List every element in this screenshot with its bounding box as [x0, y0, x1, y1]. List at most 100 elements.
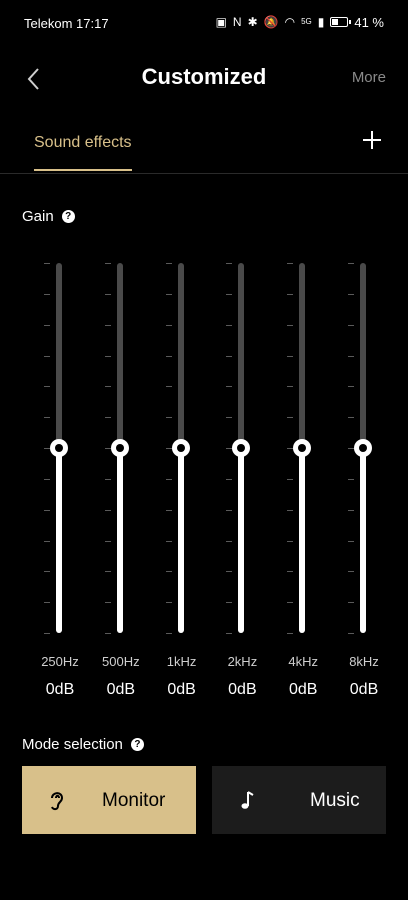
eq-tick	[348, 478, 354, 480]
eq-tick	[348, 540, 354, 542]
eq-tick	[104, 324, 111, 326]
eq-gain-value: 0dB	[106, 681, 136, 698]
help-icon[interactable]: ?	[61, 210, 75, 223]
gain-label: Gain	[22, 208, 54, 225]
eq-tick	[226, 633, 233, 634]
eq-track-fill	[56, 448, 62, 633]
eq-tick	[348, 633, 354, 634]
mute-icon: 🔕	[263, 15, 279, 29]
eq-gain-value: 0dB	[167, 681, 196, 698]
mode-selection-label: Mode selection	[22, 736, 123, 753]
gain-section-label: Gain ?	[22, 208, 75, 225]
eq-tick	[226, 355, 233, 357]
eq-tick	[44, 386, 50, 388]
eq-tick	[226, 478, 233, 480]
eq-tick	[44, 571, 50, 573]
eq-tick	[104, 417, 111, 419]
signal-bars-icon: ▮	[317, 15, 325, 29]
eq-tick	[226, 417, 233, 419]
add-button[interactable]	[362, 130, 382, 150]
eq-tick	[104, 509, 111, 511]
eq-tick	[348, 386, 354, 388]
eq-tick	[44, 478, 50, 480]
eq-tick	[165, 293, 172, 295]
eq-tick	[226, 540, 233, 542]
eq-tick	[226, 602, 233, 604]
eq-frequency-label: 4kHz	[288, 654, 318, 669]
eq-gain-value: 0dB	[349, 681, 379, 698]
eq-slider-knob[interactable]	[171, 439, 190, 457]
eq-slider-knob[interactable]	[50, 439, 68, 457]
eq-frequency-label: 1kHz	[166, 654, 197, 669]
tab-bar: Sound effects	[0, 118, 408, 174]
eq-tick	[287, 355, 294, 357]
eq-tick	[44, 540, 50, 542]
mode-section-label: Mode selection ?	[22, 736, 144, 753]
eq-tick	[348, 509, 354, 511]
eq-track-fill	[299, 448, 306, 633]
eq-tick	[104, 602, 111, 604]
bluetooth-icon: ✱	[247, 15, 258, 29]
wifi-icon: ◠	[284, 15, 296, 29]
plus-icon	[363, 131, 381, 149]
tab-sound-effects[interactable]: Sound effects	[34, 134, 132, 152]
eq-tick	[165, 478, 172, 480]
status-bar: Telekom 17:17 ▣ N ✱ 🔕 ◠ 5G ▮ 41 %	[0, 0, 408, 46]
eq-tick	[104, 448, 111, 449]
eq-tick	[287, 417, 294, 419]
eq-slider-knob[interactable]	[110, 439, 129, 457]
eq-tick	[348, 571, 354, 573]
eq-tick	[165, 571, 172, 573]
monitor-mode-button[interactable]: Monitor	[22, 766, 196, 834]
eq-tick	[348, 602, 354, 604]
eq-frequency-label: 250Hz	[41, 654, 79, 669]
eq-tick	[165, 355, 172, 357]
eq-slider[interactable]	[30, 255, 90, 645]
eq-tick	[287, 386, 294, 388]
eq-slider[interactable]	[152, 255, 212, 645]
eq-tick	[226, 293, 233, 295]
eq-tick	[165, 633, 172, 634]
app-header: Customized More	[0, 46, 408, 110]
eq-tick	[165, 263, 172, 264]
eq-tick	[287, 293, 294, 295]
eq-tick	[348, 324, 354, 326]
status-right: ▣ N ✱ 🔕 ◠ 5G ▮ 41 %	[216, 14, 384, 30]
eq-tick	[348, 263, 354, 264]
eq-slider[interactable]	[212, 255, 272, 645]
more-button[interactable]: More	[352, 69, 386, 86]
eq-gain-value: 0dB	[288, 681, 318, 698]
status-left: Telekom 17:17	[24, 16, 109, 31]
eq-tick	[165, 448, 172, 449]
eq-tick	[165, 417, 172, 419]
help-icon[interactable]: ?	[130, 738, 144, 751]
eq-gain-value: 0dB	[228, 681, 257, 698]
eq-tick	[44, 509, 50, 511]
eq-slider-knob[interactable]	[232, 439, 251, 457]
camera-icon: ▣	[215, 15, 227, 29]
battery-percent: 41 %	[354, 14, 384, 30]
equalizer	[0, 255, 408, 645]
eq-tick	[226, 386, 233, 388]
eq-slider[interactable]	[91, 255, 151, 645]
eq-tick	[44, 324, 50, 326]
carrier-name: Telekom	[24, 16, 73, 31]
eq-tick	[165, 540, 172, 542]
music-mode-button[interactable]: Music	[212, 766, 386, 834]
eq-frequency-label: 8kHz	[349, 654, 379, 669]
status-time: 17:17	[76, 16, 109, 31]
eq-slider[interactable]	[273, 255, 333, 645]
eq-tick	[287, 540, 294, 542]
eq-tick	[226, 509, 233, 511]
eq-tick	[104, 263, 111, 264]
eq-slider-knob[interactable]	[354, 439, 372, 457]
eq-tick	[348, 293, 354, 295]
eq-slider[interactable]	[334, 255, 394, 645]
eq-tick	[104, 540, 111, 542]
monitor-mode-label: Monitor	[102, 790, 166, 811]
eq-tick	[287, 602, 294, 604]
eq-slider-knob[interactable]	[293, 439, 312, 457]
eq-frequency-label: 2kHz	[227, 654, 258, 669]
eq-tick	[226, 324, 233, 326]
eq-tick	[44, 293, 50, 295]
